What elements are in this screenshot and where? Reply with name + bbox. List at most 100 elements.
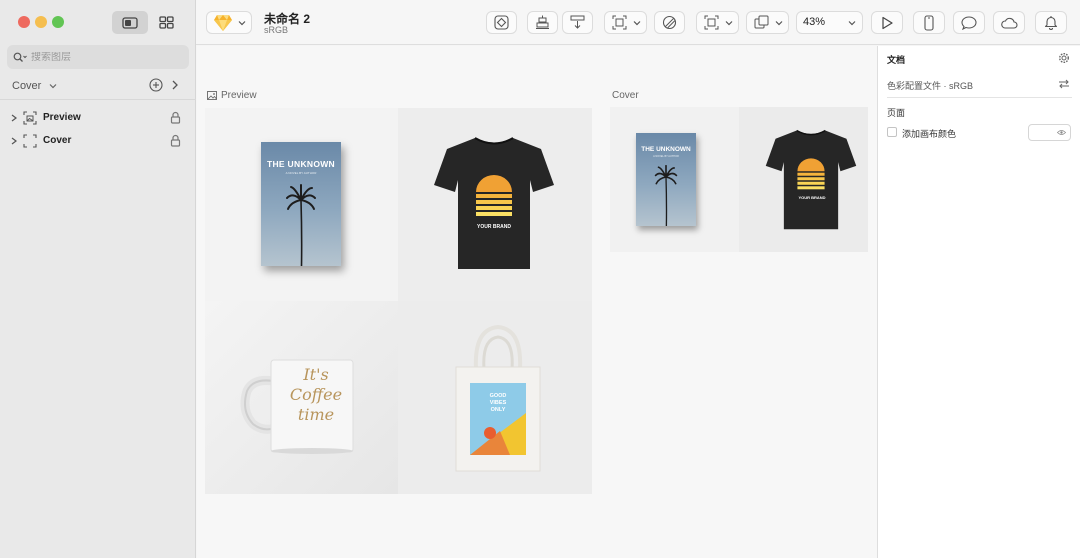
image-icon bbox=[207, 91, 217, 100]
cover-tshirt-tile[interactable]: YOUR BRAND bbox=[739, 107, 868, 252]
layers-sidebar: Cover Preview bbox=[0, 0, 196, 558]
tote-text: GOOD VIBES ONLY bbox=[470, 393, 526, 414]
zoom-window-button[interactable] bbox=[52, 16, 64, 28]
layer-row-preview[interactable]: Preview bbox=[0, 108, 196, 128]
artboard-image-icon bbox=[23, 111, 37, 125]
preview-button[interactable] bbox=[871, 11, 903, 34]
zoom-value: 43% bbox=[803, 16, 826, 28]
swap-arrows-icon[interactable] bbox=[1058, 79, 1070, 89]
preview-tshirt-tile[interactable]: YOUR BRAND bbox=[398, 108, 592, 301]
mask-button[interactable] bbox=[654, 11, 685, 34]
canvas-color-label: 添加画布颜色 bbox=[902, 129, 957, 139]
sketch-logo-icon bbox=[214, 14, 232, 31]
preview-book-tile[interactable]: THE UNKNOWN A NOVEL BY AUTHOR bbox=[205, 108, 398, 301]
chevron-down-icon bbox=[775, 21, 783, 26]
artboard-icon bbox=[23, 134, 37, 148]
close-window-button[interactable] bbox=[18, 16, 30, 28]
palm-tree-icon bbox=[286, 184, 316, 266]
frame-button[interactable] bbox=[696, 11, 739, 34]
book-title: THE UNKNOWN bbox=[641, 146, 691, 153]
canvas-view-icon bbox=[122, 16, 138, 29]
symbol-icon bbox=[494, 15, 509, 30]
canvas-view-button[interactable] bbox=[112, 11, 148, 34]
tshirt-brand-text: YOUR BRAND bbox=[477, 224, 511, 230]
frame-icon bbox=[704, 15, 719, 30]
cover-book-tile[interactable]: THE UNKNOWN A NOVEL BY AUTHOR bbox=[610, 107, 739, 252]
layer-row-cover[interactable]: Cover bbox=[0, 131, 196, 151]
artboard-label-preview[interactable]: Preview bbox=[207, 90, 257, 101]
tote-text-line: VIBES bbox=[489, 400, 507, 406]
comments-icon bbox=[961, 15, 977, 30]
add-page-icon[interactable] bbox=[149, 78, 163, 92]
scale-button[interactable] bbox=[604, 11, 647, 34]
inspector-title: 文档 bbox=[887, 55, 906, 65]
page-selector[interactable]: Cover bbox=[12, 78, 57, 94]
comments-button[interactable] bbox=[953, 11, 985, 34]
book-cover: THE UNKNOWN A NOVEL BY AUTHOR bbox=[636, 133, 696, 226]
artboard-name: Preview bbox=[221, 90, 257, 101]
disclosure-chevron-icon[interactable] bbox=[10, 113, 18, 123]
preview-tote-tile[interactable]: GOOD VIBES ONLY bbox=[398, 301, 592, 494]
tshirt-icon bbox=[765, 129, 857, 230]
app-menu-button[interactable] bbox=[206, 11, 252, 34]
mug-text-line: Coffee bbox=[289, 385, 343, 404]
lock-icon[interactable] bbox=[170, 134, 181, 147]
components-view-button[interactable] bbox=[148, 11, 184, 34]
document-color-profile: sRGB bbox=[264, 25, 289, 35]
chevron-down-icon bbox=[633, 21, 641, 26]
book-cover: THE UNKNOWN A NOVEL BY AUTHOR bbox=[261, 142, 341, 266]
tshirt-icon bbox=[434, 137, 554, 269]
gear-icon[interactable] bbox=[1058, 52, 1070, 64]
disclosure-chevron-icon[interactable] bbox=[10, 136, 18, 146]
book-subtitle: A NOVEL BY AUTHOR bbox=[653, 155, 679, 158]
design-canvas[interactable]: Preview THE UNKNOWN A NOVEL BY AUTHOR YO… bbox=[197, 46, 877, 558]
palm-tree-icon bbox=[654, 165, 678, 226]
chevron-down-icon bbox=[848, 21, 856, 26]
create-symbol-button[interactable] bbox=[486, 11, 517, 34]
zoom-select[interactable]: 43% bbox=[796, 11, 863, 34]
artboard-name: Cover bbox=[612, 90, 639, 101]
color-profile-label: 色彩配置文件 · sRGB bbox=[887, 81, 974, 91]
align-bottom-button[interactable] bbox=[527, 11, 558, 34]
align-bottom-icon bbox=[536, 15, 549, 29]
view-mode-toggle bbox=[112, 11, 185, 34]
cloud-icon bbox=[1001, 17, 1018, 29]
notifications-icon bbox=[1044, 16, 1058, 30]
chevron-down-icon bbox=[238, 21, 246, 26]
layer-search-input[interactable] bbox=[31, 51, 171, 63]
layer-name: Cover bbox=[43, 135, 72, 146]
layer-name: Preview bbox=[43, 112, 81, 123]
mirror-icon bbox=[924, 14, 934, 31]
preview-play-icon bbox=[882, 16, 893, 29]
chevron-right-icon[interactable] bbox=[170, 79, 180, 91]
canvas-color-checkbox[interactable] bbox=[887, 127, 897, 137]
book-subtitle: A NOVEL BY AUTHOR bbox=[285, 171, 317, 175]
tote-text-line: ONLY bbox=[490, 407, 506, 413]
eye-icon[interactable] bbox=[1057, 129, 1066, 136]
search-icon bbox=[13, 52, 27, 62]
inspector-divider bbox=[887, 97, 1072, 98]
mask-icon bbox=[662, 15, 677, 30]
main-toolbar: 未命名 2 sRGB 43% bbox=[196, 0, 1080, 45]
lock-icon[interactable] bbox=[170, 111, 181, 124]
tshirt-brand-text: YOUR BRAND bbox=[798, 195, 826, 200]
current-page-label: Cover bbox=[12, 80, 42, 92]
preview-mug-tile[interactable]: It's Coffee time bbox=[205, 301, 398, 494]
artboard-label-cover[interactable]: Cover bbox=[612, 90, 639, 101]
boolean-icon bbox=[754, 15, 769, 29]
boolean-button[interactable] bbox=[746, 11, 789, 34]
distribute-icon bbox=[570, 15, 585, 29]
grid-view-icon bbox=[158, 16, 174, 29]
book-title: THE UNKNOWN bbox=[267, 159, 335, 169]
chevron-down-icon bbox=[725, 21, 733, 26]
page-section-title: 页面 bbox=[887, 108, 906, 118]
sidebar-divider bbox=[0, 99, 196, 100]
canvas-color-well[interactable] bbox=[1028, 124, 1071, 141]
mirror-button[interactable] bbox=[913, 11, 945, 34]
cloud-button[interactable] bbox=[993, 11, 1025, 34]
minimize-window-button[interactable] bbox=[35, 16, 47, 28]
layer-search bbox=[7, 45, 189, 69]
scale-icon bbox=[612, 15, 627, 30]
notifications-button[interactable] bbox=[1035, 11, 1067, 34]
distribute-button[interactable] bbox=[562, 11, 593, 34]
